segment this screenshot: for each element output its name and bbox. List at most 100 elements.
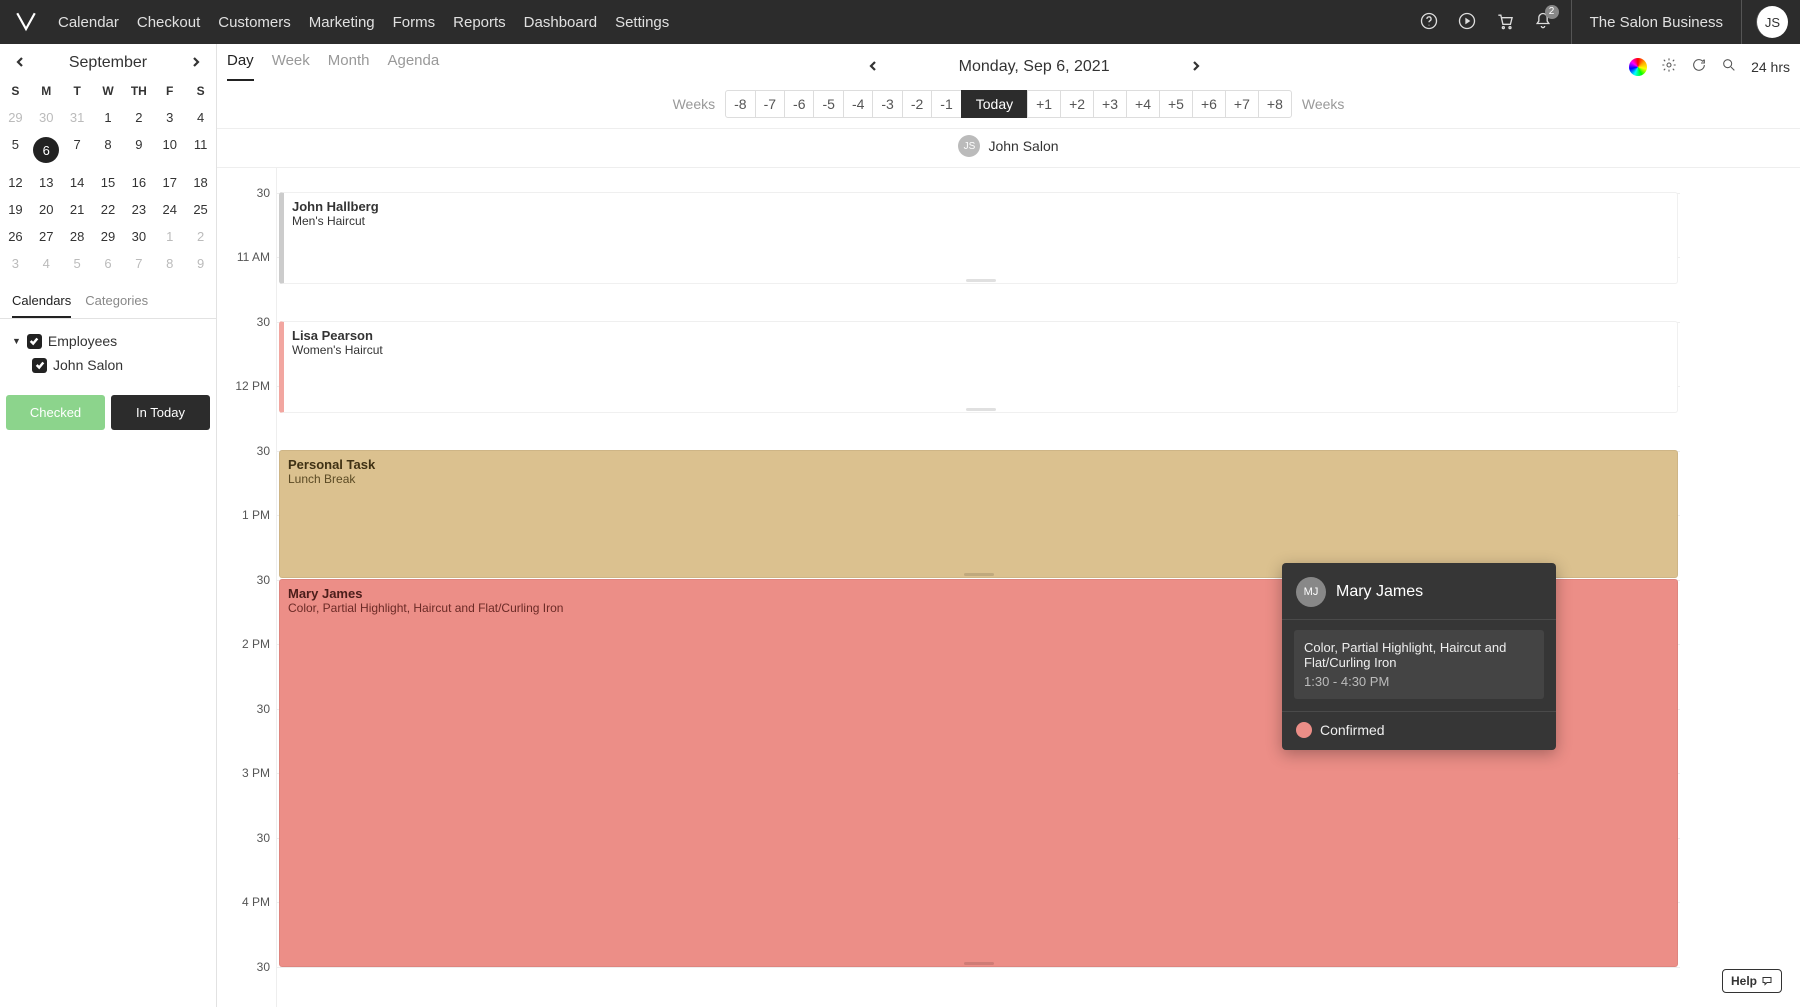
mini-day[interactable]: 31 (62, 104, 93, 131)
nav-dashboard[interactable]: Dashboard (524, 14, 597, 31)
help-button[interactable]: Help (1722, 969, 1782, 993)
checked-button[interactable]: Checked (6, 395, 105, 430)
offset--8[interactable]: -8 (725, 90, 755, 118)
mini-day[interactable]: 21 (62, 196, 93, 223)
search-icon[interactable] (1721, 57, 1737, 76)
prev-day-button[interactable] (867, 59, 879, 75)
mini-day[interactable]: 12 (0, 169, 31, 196)
offset-+8[interactable]: +8 (1258, 90, 1292, 118)
offset--3[interactable]: -3 (872, 90, 902, 118)
mini-day[interactable]: 30 (123, 223, 154, 250)
mini-day[interactable]: 16 (123, 169, 154, 196)
nav-calendar[interactable]: Calendar (58, 14, 119, 31)
offset-+5[interactable]: +5 (1159, 90, 1193, 118)
popup-service-box[interactable]: Color, Partial Highlight, Haircut and Fl… (1294, 630, 1544, 699)
mini-day[interactable]: 6 (31, 131, 62, 169)
mini-day[interactable]: 14 (62, 169, 93, 196)
mini-day[interactable]: 2 (123, 104, 154, 131)
resize-handle[interactable] (966, 279, 996, 282)
next-day-button[interactable] (1190, 59, 1202, 75)
offset-+7[interactable]: +7 (1225, 90, 1259, 118)
color-icon[interactable] (1629, 58, 1647, 76)
mini-day[interactable]: 7 (62, 131, 93, 169)
mini-day[interactable]: 26 (0, 223, 31, 250)
help-icon[interactable] (1419, 11, 1439, 34)
tab-categories[interactable]: Categories (85, 285, 148, 318)
offset--1[interactable]: -1 (931, 90, 961, 118)
nav-checkout[interactable]: Checkout (137, 14, 200, 31)
mini-day[interactable]: 30 (31, 104, 62, 131)
in-today-button[interactable]: In Today (111, 395, 210, 430)
mini-day[interactable]: 24 (154, 196, 185, 223)
notifications-icon[interactable]: 2 (1533, 11, 1553, 34)
cart-icon[interactable] (1495, 11, 1515, 34)
mini-day[interactable]: 9 (123, 131, 154, 169)
tab-calendars[interactable]: Calendars (12, 285, 71, 318)
nav-reports[interactable]: Reports (453, 14, 506, 31)
mini-day[interactable]: 3 (154, 104, 185, 131)
mini-day[interactable]: 13 (31, 169, 62, 196)
offset--7[interactable]: -7 (755, 90, 785, 118)
offset-+6[interactable]: +6 (1192, 90, 1226, 118)
mini-day[interactable]: 1 (154, 223, 185, 250)
mini-day[interactable]: 5 (0, 131, 31, 169)
offset--2[interactable]: -2 (902, 90, 932, 118)
mini-day[interactable]: 17 (154, 169, 185, 196)
view-agenda[interactable]: Agenda (387, 52, 439, 81)
mini-day[interactable]: 28 (62, 223, 93, 250)
appointment[interactable]: Personal TaskLunch Break (279, 450, 1678, 578)
calendar-item-john[interactable]: John Salon (12, 353, 204, 377)
mini-day[interactable]: 4 (31, 250, 62, 277)
mini-day[interactable]: 19 (0, 196, 31, 223)
mini-day[interactable]: 3 (0, 250, 31, 277)
offset--4[interactable]: -4 (843, 90, 873, 118)
calendar-group-employees[interactable]: ▼ Employees (12, 329, 204, 353)
offset--6[interactable]: -6 (784, 90, 814, 118)
nav-forms[interactable]: Forms (393, 14, 436, 31)
mini-day[interactable]: 11 (185, 131, 216, 169)
settings-icon[interactable] (1661, 57, 1677, 76)
mini-day[interactable]: 8 (93, 131, 124, 169)
checkbox-john[interactable] (32, 358, 47, 373)
view-month[interactable]: Month (328, 52, 370, 81)
mini-day[interactable]: 7 (123, 250, 154, 277)
next-month-button[interactable] (190, 55, 202, 71)
appointment[interactable]: Lisa PearsonWomen's Haircut (279, 321, 1678, 413)
logo-icon[interactable] (12, 8, 40, 36)
appointment[interactable]: John HallbergMen's Haircut (279, 192, 1678, 284)
offset-+3[interactable]: +3 (1093, 90, 1127, 118)
nav-settings[interactable]: Settings (615, 14, 669, 31)
checkbox-employees[interactable] (27, 334, 42, 349)
offset-+4[interactable]: +4 (1126, 90, 1160, 118)
mini-day[interactable]: 29 (0, 104, 31, 131)
play-icon[interactable] (1457, 11, 1477, 34)
today-button[interactable]: Today (961, 90, 1028, 118)
mini-day[interactable]: 1 (93, 104, 124, 131)
view-day[interactable]: Day (227, 52, 254, 81)
mini-day[interactable]: 18 (185, 169, 216, 196)
resize-handle[interactable] (964, 962, 994, 965)
hours-toggle[interactable]: 24 hrs (1751, 59, 1790, 75)
offset-+1[interactable]: +1 (1027, 90, 1061, 118)
mini-day[interactable]: 29 (93, 223, 124, 250)
mini-day[interactable]: 23 (123, 196, 154, 223)
mini-day[interactable]: 10 (154, 131, 185, 169)
mini-day[interactable]: 2 (185, 223, 216, 250)
nav-customers[interactable]: Customers (218, 14, 291, 31)
mini-day[interactable]: 4 (185, 104, 216, 131)
refresh-icon[interactable] (1691, 57, 1707, 76)
business-name[interactable]: The Salon Business (1571, 0, 1723, 44)
offset-+2[interactable]: +2 (1060, 90, 1094, 118)
mini-day[interactable]: 27 (31, 223, 62, 250)
resize-handle[interactable] (966, 408, 996, 411)
mini-day[interactable]: 20 (31, 196, 62, 223)
user-avatar[interactable]: JS (1756, 6, 1788, 38)
mini-day[interactable]: 9 (185, 250, 216, 277)
resize-handle[interactable] (964, 573, 994, 576)
mini-day[interactable]: 22 (93, 196, 124, 223)
mini-day[interactable]: 25 (185, 196, 216, 223)
mini-day[interactable]: 8 (154, 250, 185, 277)
mini-day[interactable]: 15 (93, 169, 124, 196)
nav-marketing[interactable]: Marketing (309, 14, 375, 31)
prev-month-button[interactable] (14, 55, 26, 71)
